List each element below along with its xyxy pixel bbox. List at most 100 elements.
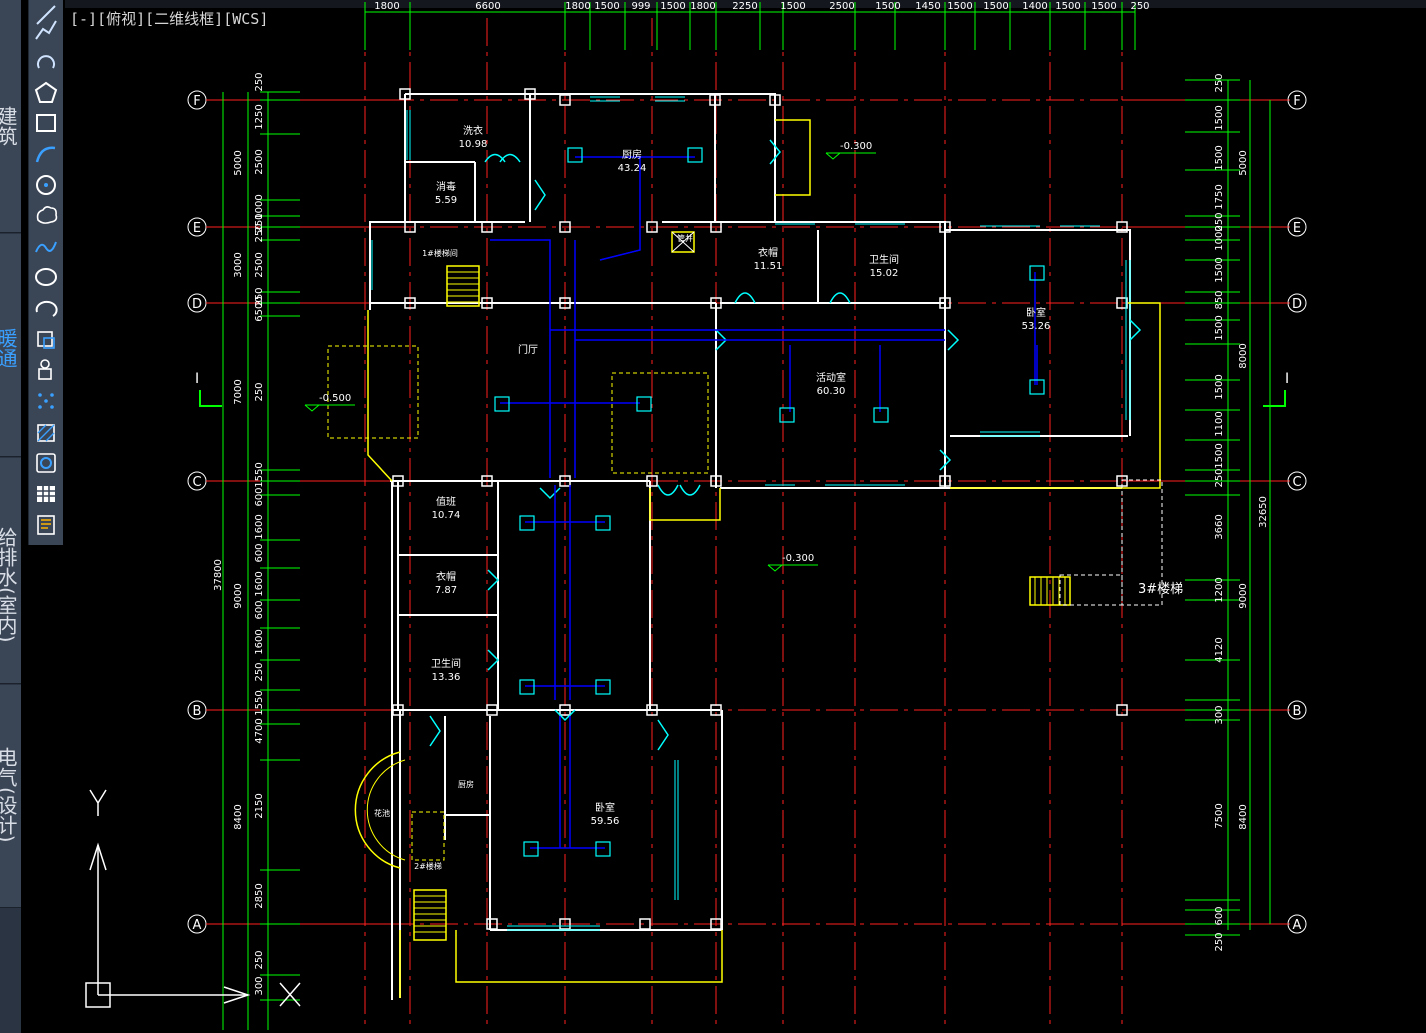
- air-diffuser-icon: [595, 679, 611, 695]
- duct-edge: [490, 239, 551, 478]
- room-name-label: 2#楼梯: [414, 861, 442, 871]
- room-area-label: 43.24: [618, 163, 647, 174]
- left-dim-label: 4700: [254, 718, 265, 743]
- left-dim-label: 2150: [254, 793, 265, 818]
- dashed-zone: [327, 345, 419, 439]
- right-dim-label: 1500: [1214, 374, 1225, 399]
- room-name-label: 管井: [677, 233, 693, 243]
- top-dim-label: 1500: [1055, 1, 1080, 12]
- left-dim-label: 2500: [254, 149, 265, 174]
- stair-3-label: 3#楼梯: [1138, 582, 1183, 597]
- top-dim-label: 1500: [780, 1, 805, 12]
- air-diffuser-icon: [567, 147, 583, 163]
- right-dim-label: 3660: [1214, 514, 1225, 539]
- axis-bubble-label: B: [1293, 704, 1302, 719]
- door-swing: [829, 292, 851, 304]
- dashed-zone: [611, 372, 709, 474]
- right-dim-label: 7500: [1214, 803, 1225, 828]
- elevation-triangle: [825, 152, 842, 160]
- right-dim-label: 4120: [1214, 637, 1225, 662]
- right-dim-outer-label: 5000: [1238, 150, 1249, 175]
- left-dim-label: 1250: [254, 104, 265, 129]
- left-dim-label: 6500: [254, 296, 265, 321]
- top-dim-label: 1500: [660, 1, 685, 12]
- air-diffuser-icon: [636, 396, 652, 412]
- door-swing: [534, 179, 546, 211]
- right-dim-outer-label: 8400: [1238, 804, 1249, 829]
- viewport-label[interactable]: [-][俯视][二维线框][WCS]: [70, 8, 268, 29]
- door-swing: [657, 484, 679, 496]
- elevation-triangle: [304, 404, 321, 412]
- air-diffuser-icon: [779, 407, 795, 423]
- room-area-label: 11.51: [754, 261, 783, 272]
- elevation-label: -0.500: [319, 393, 351, 404]
- left-dim-label: 1600: [254, 514, 265, 539]
- top-dim-label: 1500: [947, 1, 972, 12]
- top-dim-label: 999: [631, 1, 650, 12]
- left-dim-outer-label: 8400: [233, 804, 244, 829]
- top-dim-label: 1800: [565, 1, 590, 12]
- door-swing: [657, 719, 669, 751]
- axis-bubble-label: B: [193, 704, 202, 719]
- left-dim-label: 2850: [254, 883, 265, 908]
- top-dim-label: 250: [1130, 1, 1149, 12]
- door-swing: [1129, 319, 1142, 341]
- air-diffuser-icon: [595, 515, 611, 531]
- left-dim-label: 1600: [254, 629, 265, 654]
- elevation-label: -0.300: [782, 553, 814, 564]
- room-name-label: 卧室: [1026, 306, 1046, 319]
- top-dim-label: 2250: [732, 1, 757, 12]
- room-name-label: 厨房: [458, 779, 474, 789]
- left-dim-label: 1600: [254, 571, 265, 596]
- right-dim-label: 1500: [1214, 257, 1225, 282]
- door-swing: [487, 649, 500, 671]
- door-swing: [499, 153, 521, 163]
- left-dim-label: 600: [254, 487, 265, 506]
- ucs-x-letter: [279, 982, 301, 1007]
- room-name-label: 值班: [436, 495, 456, 508]
- top-dim-label: 1800: [690, 1, 715, 12]
- room-name-label: 衣帽: [436, 570, 456, 583]
- room-name-label: 洗衣: [463, 124, 483, 137]
- door-swing: [539, 487, 561, 500]
- room-name-label: 活动室: [816, 371, 846, 384]
- left-dim-label: 250: [254, 950, 265, 969]
- left-dim-label: 250: [254, 382, 265, 401]
- left-dim-label: 600: [254, 600, 265, 619]
- axis-bubble-label: A: [193, 918, 202, 933]
- air-diffuser-icon: [523, 841, 539, 857]
- right-dim-outer-label: 9000: [1238, 583, 1249, 608]
- wall: [369, 94, 406, 304]
- room-area-label: 15.02: [870, 268, 899, 279]
- air-diffuser-icon: [873, 407, 889, 423]
- left-dim-outer-label: 9000: [233, 583, 244, 608]
- right-dim-label: 250: [1214, 73, 1225, 92]
- top-dim-label: 1800: [374, 1, 399, 12]
- room-area-label: 59.56: [591, 816, 620, 827]
- left-dim-label: 250: [254, 72, 265, 91]
- right-dim-label: 1500: [1214, 443, 1225, 468]
- room-area-label: 53.26: [1022, 321, 1051, 332]
- door-swing: [429, 715, 441, 747]
- left-dim-outer-label: 7000: [233, 379, 244, 404]
- elevation-label: -0.300: [840, 141, 872, 152]
- air-diffuser-icon: [519, 679, 535, 695]
- floor-plan-drawing[interactable]: F F E E D D C C B B A A 1800 6600 1800 1500 999 1500 1800 2…: [0, 0, 1426, 1033]
- right-dim-total-label: 32650: [1258, 496, 1269, 528]
- room-name-label: 消毒: [436, 180, 456, 193]
- left-dim-label: 250: [254, 223, 265, 242]
- axis-bubble-label: F: [193, 94, 200, 109]
- right-dim-label: 300: [1214, 705, 1225, 724]
- air-diffuser-icon: [519, 515, 535, 531]
- room-name-label: 门厅: [518, 343, 538, 356]
- left-dim-label: 250: [254, 662, 265, 681]
- right-dim-label: 600: [1214, 906, 1225, 925]
- axis-bubble-label: D: [192, 297, 202, 312]
- elevation-triangle: [767, 564, 784, 572]
- axis-bubble-label: C: [1292, 475, 1301, 490]
- yellow-outline: [455, 930, 723, 983]
- top-dim-label: 1500: [1091, 1, 1116, 12]
- air-diffuser-icon: [687, 147, 703, 163]
- top-dim-label: 1500: [875, 1, 900, 12]
- air-diffuser-icon: [595, 841, 611, 857]
